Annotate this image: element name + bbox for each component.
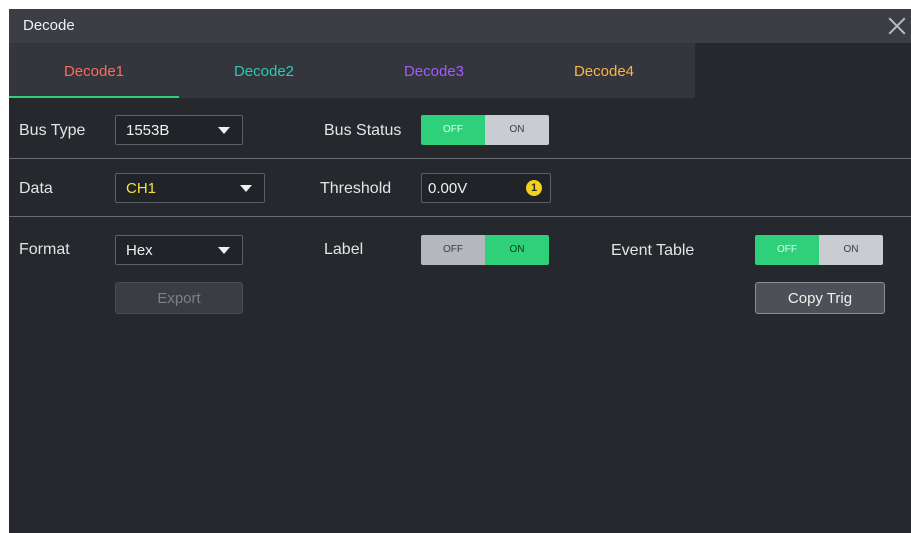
export-button[interactable]: Export	[115, 282, 243, 314]
tab-decode3[interactable]: Decode3	[349, 43, 519, 98]
format-value: Hex	[126, 242, 153, 259]
label-toggle[interactable]: OFF ON	[421, 235, 549, 265]
event-table-toggle[interactable]: OFF ON	[755, 235, 883, 265]
tab-label: Decode3	[403, 63, 465, 80]
label-on[interactable]: ON	[485, 235, 549, 265]
bus-type-value: 1553B	[126, 122, 170, 139]
tab-decode2[interactable]: Decode2	[179, 43, 349, 98]
bus-type-label: Bus Type	[19, 122, 86, 139]
close-icon[interactable]	[885, 14, 909, 38]
threshold-label: Threshold	[320, 180, 392, 197]
data-label: Data	[19, 180, 53, 197]
chevron-down-icon	[218, 127, 230, 134]
event-table-label: Event Table	[611, 242, 695, 259]
format-label: Format	[19, 241, 70, 258]
bus-status-on[interactable]: ON	[485, 115, 549, 145]
tab-decode1[interactable]: Decode1	[9, 43, 179, 98]
decode-dialog: Decode Decode1 Decode2 Decode3 Decode4 B…	[9, 9, 911, 533]
copy-trig-button[interactable]: Copy Trig	[755, 282, 885, 314]
format-select[interactable]: Hex	[115, 235, 243, 265]
data-source-select[interactable]: CH1	[115, 173, 265, 203]
dialog-title: Decode	[23, 17, 75, 34]
divider	[9, 158, 911, 159]
label-off[interactable]: OFF	[421, 235, 485, 265]
bus-status-off[interactable]: OFF	[421, 115, 485, 145]
decode-tabs: Decode1 Decode2 Decode3 Decode4	[9, 43, 695, 98]
knob-1-icon: 1	[526, 180, 542, 196]
event-table-on[interactable]: ON	[819, 235, 883, 265]
bus-status-toggle[interactable]: OFF ON	[421, 115, 549, 145]
tab-label: Decode4	[573, 63, 635, 80]
tab-label: Decode2	[233, 63, 295, 80]
event-table-off[interactable]: OFF	[755, 235, 819, 265]
threshold-input[interactable]: 0.00V 1	[421, 173, 551, 203]
chevron-down-icon	[218, 247, 230, 254]
chevron-down-icon	[240, 185, 252, 192]
tab-label: Decode1	[63, 63, 125, 80]
threshold-value: 0.00V	[428, 180, 468, 197]
bus-status-label: Bus Status	[324, 122, 402, 139]
label-toggle-label: Label	[324, 241, 364, 258]
dialog-titlebar: Decode	[9, 9, 911, 43]
data-source-value: CH1	[126, 180, 157, 197]
bus-type-select[interactable]: 1553B	[115, 115, 243, 145]
divider	[9, 216, 911, 217]
tab-decode4[interactable]: Decode4	[519, 43, 689, 98]
